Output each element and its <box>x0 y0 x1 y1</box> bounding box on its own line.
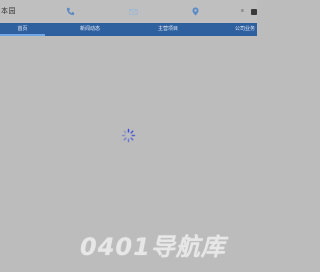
menu-icon[interactable]: ≡ <box>241 8 244 14</box>
loading-spinner-icon <box>121 128 136 143</box>
nav-item-news[interactable]: 新闻动态 <box>80 23 100 36</box>
nav-active-indicator <box>0 34 45 36</box>
site-header: 本园 ≡ <box>0 0 257 23</box>
nav-item-projects[interactable]: 主营项目 <box>158 23 178 36</box>
watermark-text: 0401导航库 <box>80 233 226 261</box>
mail-icon <box>129 9 138 15</box>
location-pin-icon <box>192 7 199 16</box>
nav-item-business[interactable]: 公司业务 <box>235 23 255 36</box>
site-brand[interactable]: 本园 <box>1 6 16 16</box>
header-cutoff-icon <box>251 9 257 15</box>
page: 本园 ≡ 首页 新闻动态 主营项目 公司业务 0401导航库 <box>0 0 257 272</box>
phone-icon <box>66 7 75 16</box>
